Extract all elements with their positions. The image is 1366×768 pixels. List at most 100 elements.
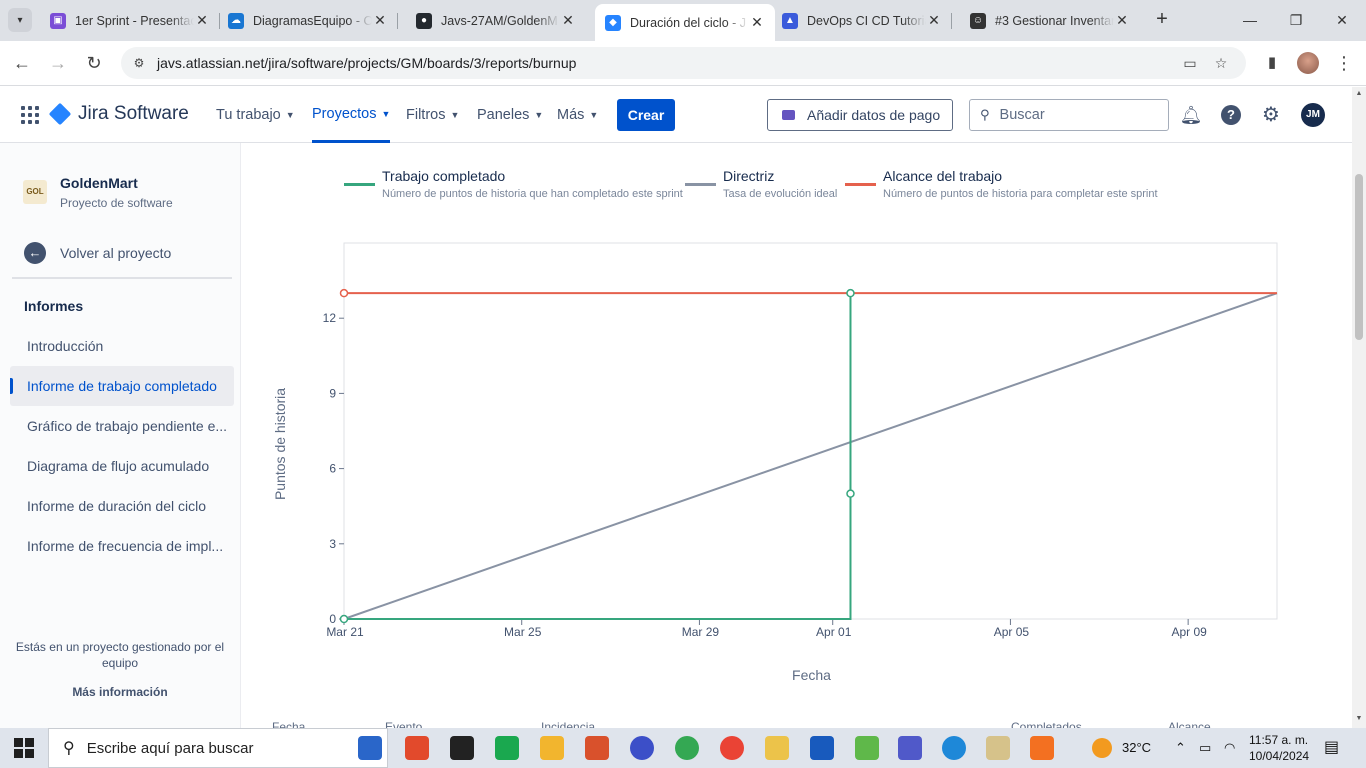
app-icon[interactable]: [630, 736, 654, 760]
weather-icon[interactable]: [1092, 738, 1112, 758]
address-bar[interactable]: ⚙ javs.atlassian.net/jira/software/proje…: [121, 47, 1246, 79]
jira-diamond-icon: [48, 102, 72, 126]
folder-app-icon[interactable]: [540, 736, 564, 760]
project-name[interactable]: GoldenMart: [60, 175, 138, 191]
windows-start-icon[interactable]: [14, 738, 34, 758]
add-payment-button[interactable]: Añadir datos de pago: [767, 99, 953, 131]
sidebar-report-item[interactable]: Informe de trabajo completado: [10, 366, 234, 406]
tab-close-icon[interactable]: ✕: [749, 14, 765, 31]
nav-menu-3[interactable]: Filtros ▼: [406, 87, 459, 143]
browser-menu-icon[interactable]: ⋮: [1332, 51, 1356, 75]
browser-tab[interactable]: ☁ DiagramasEquipo - O ✕: [218, 4, 398, 37]
wifi-icon[interactable]: ◠: [1224, 728, 1235, 768]
chrome-app-icon[interactable]: [675, 736, 699, 760]
edge-app-icon[interactable]: [942, 736, 966, 760]
app-icon[interactable]: [495, 736, 519, 760]
chrome-app-icon[interactable]: [720, 736, 744, 760]
back-icon[interactable]: ←: [10, 51, 34, 75]
team-managed-note: Estás en un proyecto gestionado por el e…: [15, 640, 225, 670]
scroll-down-icon[interactable]: ▼: [1352, 712, 1366, 726]
word-app-icon[interactable]: [810, 736, 834, 760]
minimize-icon[interactable]: —: [1238, 8, 1262, 32]
notifications-center-icon[interactable]: ▤: [1324, 728, 1339, 768]
nav-menu-2[interactable]: Proyectos ▼: [312, 87, 391, 143]
user-avatar[interactable]: JM: [1301, 103, 1325, 127]
y-tick-label: 9: [329, 386, 336, 400]
nav-menu-label: Tu trabajo: [216, 107, 281, 123]
sidebar-report-item[interactable]: Diagrama de flujo acumulado: [10, 446, 234, 486]
help-icon[interactable]: ?: [1221, 105, 1241, 125]
side-panel-icon[interactable]: ▮: [1260, 51, 1284, 75]
nav-menu-5[interactable]: Más ▼: [557, 87, 598, 143]
sidebar-report-item[interactable]: Informe de frecuencia de impl...: [10, 526, 234, 566]
nav-menu-label: Más: [557, 107, 585, 123]
browser-tab[interactable]: ● Javs-27AM/GoldenM ✕: [406, 4, 586, 37]
teams-app-icon[interactable]: [898, 736, 922, 760]
nav-menu-1[interactable]: Tu trabajo ▼: [216, 87, 295, 143]
app-icon[interactable]: [405, 736, 429, 760]
new-tab-button[interactable]: +: [1150, 8, 1174, 32]
sidebar-report-item[interactable]: Introducción: [10, 326, 234, 366]
settings-gear-icon[interactable]: ⚙: [1259, 103, 1283, 127]
nav-menu-4[interactable]: Paneles ▼: [477, 87, 543, 143]
taskbar-clock[interactable]: 11:57 a. m. 10/04/2024: [1249, 732, 1309, 764]
browser-tab[interactable]: ▣ 1er Sprint - Presentac ✕: [40, 4, 220, 37]
taskbar-search-input[interactable]: ⚲ Escribe aquí para buscar: [48, 728, 388, 768]
scrollbar-thumb[interactable]: [1355, 174, 1363, 340]
clock-time: 11:57 a. m.: [1249, 733, 1309, 747]
app-icon[interactable]: [765, 736, 789, 760]
notifications-icon[interactable]: 🔔︎: [1179, 103, 1203, 127]
search-icon: ⚲: [980, 107, 990, 122]
forward-icon[interactable]: →: [46, 51, 70, 75]
app-icon[interactable]: [855, 736, 879, 760]
battery-icon[interactable]: ▭: [1199, 728, 1211, 768]
chevron-down-icon: ▼: [285, 110, 295, 120]
reports-heading: Informes: [24, 298, 84, 314]
search-input[interactable]: ⚲ Buscar: [969, 99, 1169, 131]
tab-close-icon[interactable]: ✕: [926, 12, 942, 29]
sidebar-report-item[interactable]: Informe de duración del ciclo: [10, 486, 234, 526]
browser-tab[interactable]: ▲ DevOps CI CD Tutoria ✕: [772, 4, 952, 37]
back-to-project-link[interactable]: ← Volver al proyecto: [24, 242, 171, 264]
clock-date: 10/04/2024: [1249, 749, 1310, 763]
project-type: Proyecto de software: [60, 196, 173, 210]
cast-icon[interactable]: ▭: [1180, 53, 1200, 73]
more-info-link[interactable]: Más información: [10, 685, 230, 699]
browser-tab[interactable]: ◆ Duración del ciclo - J ✕: [595, 4, 775, 41]
scroll-up-icon[interactable]: ▲: [1352, 87, 1366, 101]
app-icon[interactable]: [585, 736, 609, 760]
tab-title: #3 Gestionar Inventar: [995, 13, 1114, 28]
legend-description: Tasa de evolución ideal: [723, 188, 838, 200]
chevron-down-icon: ▼: [450, 110, 460, 120]
app-icon[interactable]: [450, 736, 474, 760]
browser-toolbar: ← → ↻ ⚙ javs.atlassian.net/jira/software…: [0, 41, 1366, 86]
tab-search-icon[interactable]: ▾: [8, 8, 32, 32]
search-icon: ⚲: [63, 740, 75, 757]
tray-chevron-icon[interactable]: ⌃: [1175, 728, 1186, 768]
temperature[interactable]: 32°C: [1122, 728, 1151, 768]
tab-close-icon[interactable]: ✕: [560, 12, 576, 29]
xampp-app-icon[interactable]: [1030, 736, 1054, 760]
browser-profile-avatar[interactable]: [1297, 52, 1319, 74]
tab-close-icon[interactable]: ✕: [194, 12, 210, 29]
close-window-icon[interactable]: ✕: [1330, 8, 1354, 32]
create-button[interactable]: Crear: [617, 99, 675, 131]
sidebar-report-item[interactable]: Gráfico de trabajo pendiente e...: [10, 406, 234, 446]
jira-logo[interactable]: Jira Software: [48, 102, 189, 126]
restore-icon[interactable]: ❐: [1284, 8, 1308, 32]
site-info-icon[interactable]: ⚙: [131, 55, 147, 71]
file-explorer-app-icon[interactable]: [358, 736, 382, 760]
reload-icon[interactable]: ↻: [82, 51, 106, 75]
page-scrollbar[interactable]: ▲ ▼: [1352, 87, 1366, 728]
legend-description: Número de puntos de historia que han com…: [382, 188, 683, 200]
tab-close-icon[interactable]: ✕: [372, 12, 388, 29]
credit-card-icon: [782, 110, 795, 120]
tab-separator: [951, 13, 952, 29]
bookmark-star-icon[interactable]: ☆: [1211, 53, 1231, 73]
browser-tab[interactable]: ☺ #3 Gestionar Inventar ✕: [960, 4, 1140, 37]
tab-close-icon[interactable]: ✕: [1114, 12, 1130, 29]
legend-title: Trabajo completado: [382, 168, 506, 184]
app-switcher-icon[interactable]: [21, 106, 39, 124]
app-icon[interactable]: [986, 736, 1010, 760]
tab-title: Javs-27AM/GoldenM: [441, 13, 558, 28]
